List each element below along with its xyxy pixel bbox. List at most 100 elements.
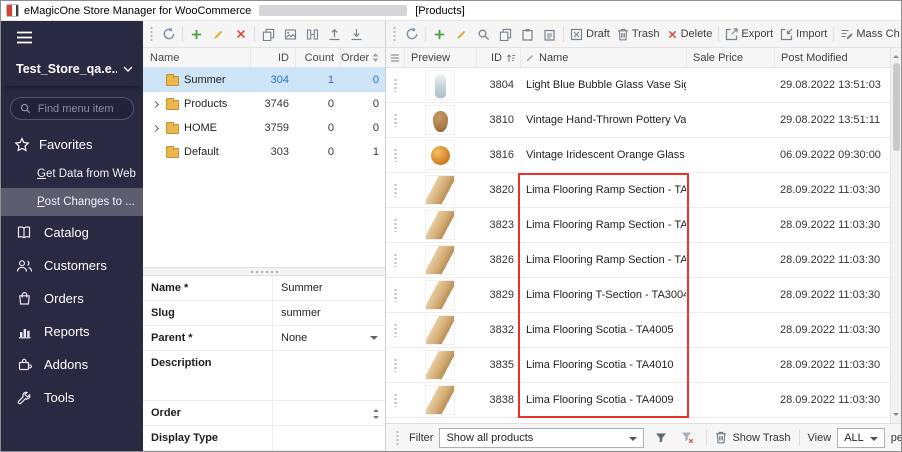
view-select[interactable]: ALL <box>837 428 885 448</box>
toggle-panels-button[interactable] <box>302 23 323 45</box>
expand-icon[interactable] <box>150 125 161 131</box>
store-selector[interactable]: Test_Store_qa.e... <box>1 53 143 86</box>
sidebar-item-tools[interactable]: Tools <box>1 381 143 414</box>
scroll-down-icon[interactable] <box>893 413 899 419</box>
row-drag-handle[interactable] <box>393 148 398 162</box>
toolbar-drag-handle[interactable] <box>392 26 397 42</box>
menu-toggle-button[interactable] <box>1 21 143 53</box>
copy-category-button[interactable] <box>258 23 279 45</box>
export-button[interactable]: Export <box>722 23 776 45</box>
display-type-field[interactable] <box>273 426 385 450</box>
clipboard-button[interactable] <box>539 23 560 45</box>
search-products-button[interactable] <box>473 23 494 45</box>
delete-category-button[interactable] <box>230 23 251 45</box>
category-row-products[interactable]: Products 3746 0 0 <box>143 92 385 116</box>
sidebar-item-post-changes[interactable]: Post Changes to ... <box>1 188 143 216</box>
category-row-summer[interactable]: Summer 304 1 0 <box>143 68 385 92</box>
sidebar-item-favorites[interactable]: Favorites <box>1 125 143 160</box>
product-row[interactable]: 3838 Lima Flooring Scotia - TA4009 28.09… <box>386 383 901 418</box>
spinner-arrows[interactable] <box>373 406 379 422</box>
column-header-id[interactable]: ID <box>250 48 295 67</box>
refresh-icon <box>162 27 176 41</box>
parent-select[interactable]: None <box>273 326 385 350</box>
delete-product-button[interactable]: Delete <box>664 23 716 45</box>
menu-search-input[interactable] <box>38 103 124 115</box>
row-drag-handle[interactable] <box>393 78 398 92</box>
trash-button[interactable]: Trash <box>614 23 663 45</box>
edit-product-button[interactable] <box>451 23 472 45</box>
row-drag-handle[interactable] <box>393 113 398 127</box>
column-header-order[interactable]: Order <box>340 48 385 67</box>
show-trash-button[interactable]: Show Trash <box>715 431 790 444</box>
slug-field[interactable]: summer <box>273 301 385 325</box>
product-row[interactable]: 3820 Lima Flooring Ramp Section - TA20 2… <box>386 173 901 208</box>
column-header-preview[interactable]: Preview <box>404 48 476 67</box>
menu-search[interactable] <box>10 97 134 120</box>
product-id: 3826 <box>476 243 520 277</box>
import-button[interactable]: Import <box>777 23 830 45</box>
product-row[interactable]: 3810 Vintage Hand-Thrown Pottery Vase | … <box>386 103 901 138</box>
column-header-name[interactable]: Name <box>520 48 686 67</box>
upload-icon <box>328 28 341 41</box>
sidebar-item-get-data-from-web[interactable]: Get Data from Web <box>1 160 143 188</box>
sidebar-item-addons[interactable]: Addons <box>1 348 143 381</box>
import-categories-button[interactable] <box>346 23 367 45</box>
add-category-button[interactable] <box>186 23 207 45</box>
copy-product-button[interactable] <box>495 23 516 45</box>
orders-icon <box>15 291 33 306</box>
horizontal-splitter[interactable] <box>143 267 385 276</box>
sidebar-item-orders[interactable]: Orders <box>1 282 143 315</box>
product-row[interactable]: 3823 Lima Flooring Ramp Section - TA20 2… <box>386 208 901 243</box>
row-drag-handle[interactable] <box>393 183 398 197</box>
export-categories-button[interactable] <box>324 23 345 45</box>
refresh-categories-button[interactable] <box>158 23 179 45</box>
toolbar-drag-handle[interactable] <box>149 26 154 42</box>
column-header-name[interactable]: Name <box>143 52 250 64</box>
edit-category-button[interactable] <box>208 23 229 45</box>
row-drag-handle[interactable] <box>393 323 398 337</box>
scroll-up-icon[interactable] <box>893 52 899 58</box>
vertical-scrollbar[interactable] <box>890 48 901 423</box>
row-drag-handle[interactable] <box>393 393 398 407</box>
toolbar-drag-handle[interactable] <box>395 430 400 446</box>
description-field[interactable] <box>273 351 385 400</box>
apply-filter-button[interactable] <box>650 427 671 449</box>
form-row-description: Description <box>143 351 385 401</box>
filter-select[interactable]: Show all products <box>439 428 644 448</box>
category-row-default[interactable]: Default 303 0 1 <box>143 140 385 164</box>
product-row[interactable]: 3816 Vintage Iridescent Orange Glass Car… <box>386 138 901 173</box>
name-field[interactable]: Summer <box>273 276 385 300</box>
scrollbar-thumb[interactable] <box>893 63 900 151</box>
column-header-count[interactable]: Count <box>295 48 340 67</box>
display-type-field-label: Display Type <box>143 426 273 450</box>
refresh-products-button[interactable] <box>401 23 422 45</box>
products-panel: Draft Trash Delete Export Import Mass Ch… <box>386 21 901 451</box>
sidebar-item-catalog[interactable]: Catalog <box>1 216 143 249</box>
product-row[interactable]: 3826 Lima Flooring Ramp Section - TA20 2… <box>386 243 901 278</box>
mass-change-button[interactable]: Mass Ch <box>837 23 901 45</box>
column-header-post-modified[interactable]: Post Modified <box>774 48 901 67</box>
order-stepper[interactable] <box>273 401 385 425</box>
row-drag-handle[interactable] <box>393 253 398 267</box>
add-product-button[interactable] <box>429 23 450 45</box>
sort-asc-icon <box>506 53 516 63</box>
category-image-button[interactable] <box>280 23 301 45</box>
expand-icon[interactable] <box>150 101 161 107</box>
product-row[interactable]: 3804 Light Blue Bubble Glass Vase Signed… <box>386 68 901 103</box>
category-row-home[interactable]: HOME 3759 0 0 <box>143 116 385 140</box>
category-name: HOME <box>184 122 217 134</box>
clear-filter-button[interactable] <box>677 427 698 449</box>
row-drag-handle[interactable] <box>393 358 398 372</box>
row-drag-handle[interactable] <box>393 288 398 302</box>
product-row[interactable]: 3829 Lima Flooring T-Section - TA3004 28… <box>386 278 901 313</box>
sidebar-item-reports[interactable]: Reports <box>1 315 143 348</box>
sidebar-item-customers[interactable]: Customers <box>1 249 143 282</box>
product-row[interactable]: 3832 Lima Flooring Scotia - TA4005 28.09… <box>386 313 901 348</box>
row-drag-handle[interactable] <box>393 218 398 232</box>
column-header-id[interactable]: ID <box>476 48 520 67</box>
draft-button[interactable]: Draft <box>567 23 613 45</box>
product-row[interactable]: 3835 Lima Flooring Scotia - TA4010 28.09… <box>386 348 901 383</box>
column-header-sale-price[interactable]: Sale Price <box>686 48 774 67</box>
duplicate-product-button[interactable] <box>517 23 538 45</box>
column-chooser-button[interactable] <box>386 48 404 67</box>
